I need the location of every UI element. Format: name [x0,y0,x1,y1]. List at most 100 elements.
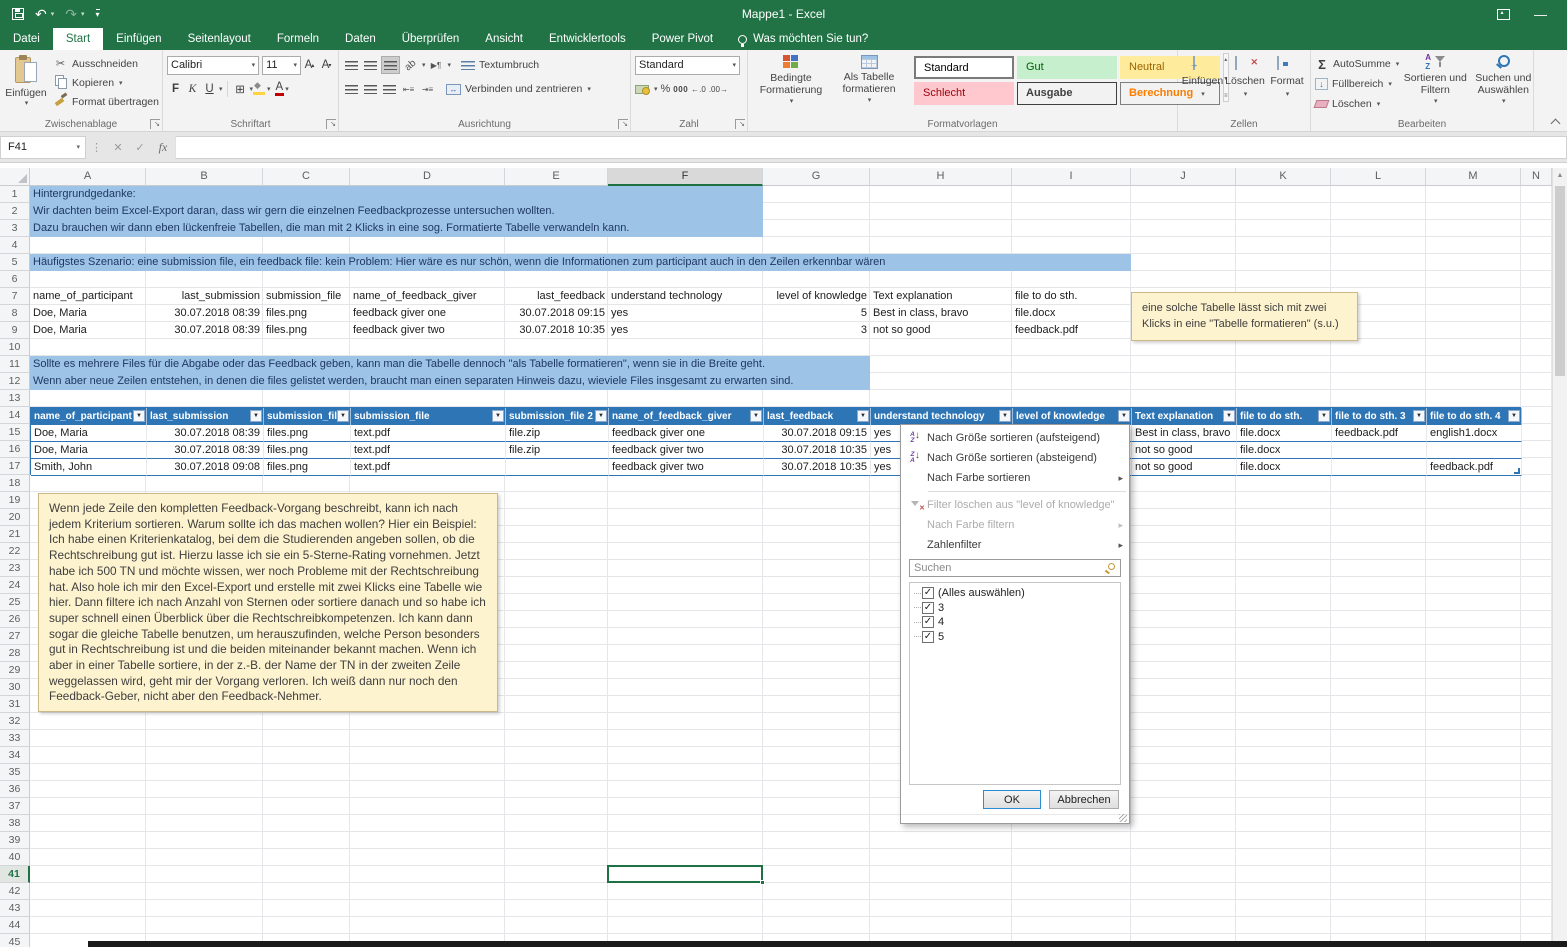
tab-daten[interactable]: Daten [332,28,389,50]
row-header-8[interactable]: 8 [0,305,30,322]
row-header-41[interactable]: 41 [0,866,30,883]
copy-button[interactable]: Kopieren▾ [53,73,159,92]
number-dialog-launcher[interactable]: ↘ [735,119,745,129]
cell-C16[interactable]: files.png [264,442,351,459]
bold-button[interactable]: F [167,80,184,98]
filter-button-file-to-do-sth[interactable]: ▼ [1318,410,1330,422]
align-left-button[interactable] [343,80,360,98]
cell-H9[interactable]: not so good [870,322,1012,339]
cell-L15[interactable]: feedback.pdf [1332,425,1427,442]
collapse-ribbon-icon[interactable] [1551,119,1561,129]
row-header-6[interactable]: 6 [0,271,30,288]
menu-item-sort-asc[interactable]: AZ↓Nach Größe sortieren (aufsteigend) [901,428,1129,448]
cell-B15[interactable]: 30.07.2018 08:39 [147,425,264,442]
increase-indent-button[interactable]: ⇥≡ [419,80,436,98]
cell-H7[interactable]: Text explanation [870,288,1012,305]
tab-power-pivot[interactable]: Power Pivot [639,28,726,50]
accounting-format-icon[interactable] [635,84,650,95]
row-header-29[interactable]: 29 [0,662,30,679]
row-header-16[interactable]: 16 [0,441,30,458]
row-header-31[interactable]: 31 [0,696,30,713]
cell-G15[interactable]: 30.07.2018 09:15 [764,425,871,442]
row-header-23[interactable]: 23 [0,560,30,577]
select-all-corner[interactable] [0,168,30,186]
filter-value-5[interactable]: ✓5 [914,630,1120,645]
tab-einfügen[interactable]: Einfügen [103,28,174,50]
tab-ansicht[interactable]: Ansicht [472,28,536,50]
row-header-35[interactable]: 35 [0,764,30,781]
cell-J16[interactable]: not so good [1132,442,1237,459]
row-header-26[interactable]: 26 [0,611,30,628]
row-header-38[interactable]: 38 [0,815,30,832]
filter-button-name-of-feedback-giver[interactable]: ▼ [750,410,762,422]
merge-center-button[interactable]: ↔Verbinden und zentrieren▾ [446,83,591,95]
format-as-table-button[interactable]: Als Tabelle formatieren ▾ [830,53,908,107]
filter-button-last-feedback[interactable]: ▼ [857,410,869,422]
row-header-37[interactable]: 37 [0,798,30,815]
increase-font-button[interactable]: A▴ [301,56,318,74]
row-header-44[interactable]: 44 [0,917,30,934]
row-header-22[interactable]: 22 [0,543,30,560]
column-header-H[interactable]: H [870,168,1012,186]
align-middle-button[interactable] [362,56,379,74]
checkbox-icon[interactable]: ✓ [922,631,934,643]
cell-H8[interactable]: Best in class, bravo [870,305,1012,322]
cell-L16[interactable] [1332,442,1427,459]
insert-function-icon[interactable]: fx [151,140,175,155]
tab-seitenlayout[interactable]: Seitenlayout [175,28,264,50]
cell-C17[interactable]: files.png [264,459,351,476]
cell-G9[interactable]: 3 [763,322,870,339]
row-header-42[interactable]: 42 [0,883,30,900]
row-header-12[interactable]: 12 [0,373,30,390]
row-header-7[interactable]: 7 [0,288,30,305]
filter-value-4[interactable]: ✓4 [914,615,1120,630]
cell-I7[interactable]: file to do sth. [1012,288,1131,305]
fill-button[interactable]: ↓Füllbereich▾ [1315,74,1399,94]
row-header-24[interactable]: 24 [0,577,30,594]
row-header-19[interactable]: 19 [0,492,30,509]
checkbox-icon[interactable]: ✓ [922,616,934,628]
vertical-scrollbar[interactable]: ▲ [1552,168,1567,941]
filter-value-3[interactable]: ✓3 [914,601,1120,616]
redo-icon[interactable]: ↷ [65,7,77,21]
tab-start[interactable]: Start [53,28,103,50]
row-header-1[interactable]: 1 [0,186,30,203]
cell-A9[interactable]: Doe, Maria [30,322,146,339]
cell-F7[interactable]: understand technology [608,288,763,305]
cell-D9[interactable]: feedback giver two [350,322,505,339]
cell-E9[interactable]: 30.07.2018 10:35 [505,322,608,339]
cell-I8[interactable]: file.docx [1012,305,1131,322]
row-header-9[interactable]: 9 [0,322,30,339]
row-header-14[interactable]: 14 [0,407,30,424]
column-header-J[interactable]: J [1131,168,1236,186]
align-right-button[interactable] [381,80,398,98]
sort-filter-button[interactable]: AZ Sortieren und Filtern ▾ [1403,53,1467,116]
checkbox-icon[interactable]: ✓ [922,602,934,614]
font-family-select[interactable]: Calibri▾ [167,56,259,75]
style-ausgabe[interactable]: Ausgabe [1017,82,1117,105]
cell-B7[interactable]: last_submission [146,288,263,305]
decrease-decimal-button[interactable]: .00→ [709,85,728,94]
row-header-25[interactable]: 25 [0,594,30,611]
cell-B17[interactable]: 30.07.2018 09:08 [147,459,264,476]
filter-button-submission-file[interactable]: ▼ [337,410,349,422]
cell-A15[interactable]: Doe, Maria [31,425,147,442]
filter-button-name-of-participant[interactable]: ▼ [133,410,145,422]
column-header-E[interactable]: E [505,168,608,186]
ok-button[interactable]: OK [983,790,1041,809]
tell-me-box[interactable]: Was möchten Sie tun? [726,28,868,50]
orientation-button[interactable]: ab [402,56,419,74]
text-direction-button[interactable]: ▶¶ [428,56,445,74]
column-header-M[interactable]: M [1426,168,1521,186]
row-header-43[interactable]: 43 [0,900,30,917]
tab-datei[interactable]: Datei [0,28,53,50]
number-format-select[interactable]: Standard▾ [635,56,740,75]
alignment-dialog-launcher[interactable]: ↘ [618,119,628,129]
row-header-30[interactable]: 30 [0,679,30,696]
tab-überprüfen[interactable]: Überprüfen [389,28,473,50]
row-header-36[interactable]: 36 [0,781,30,798]
cell-A8[interactable]: Doe, Maria [30,305,146,322]
cell-E7[interactable]: last_feedback [505,288,608,305]
decrease-font-button[interactable]: A▾ [318,56,335,74]
column-header-F[interactable]: F [608,168,763,186]
